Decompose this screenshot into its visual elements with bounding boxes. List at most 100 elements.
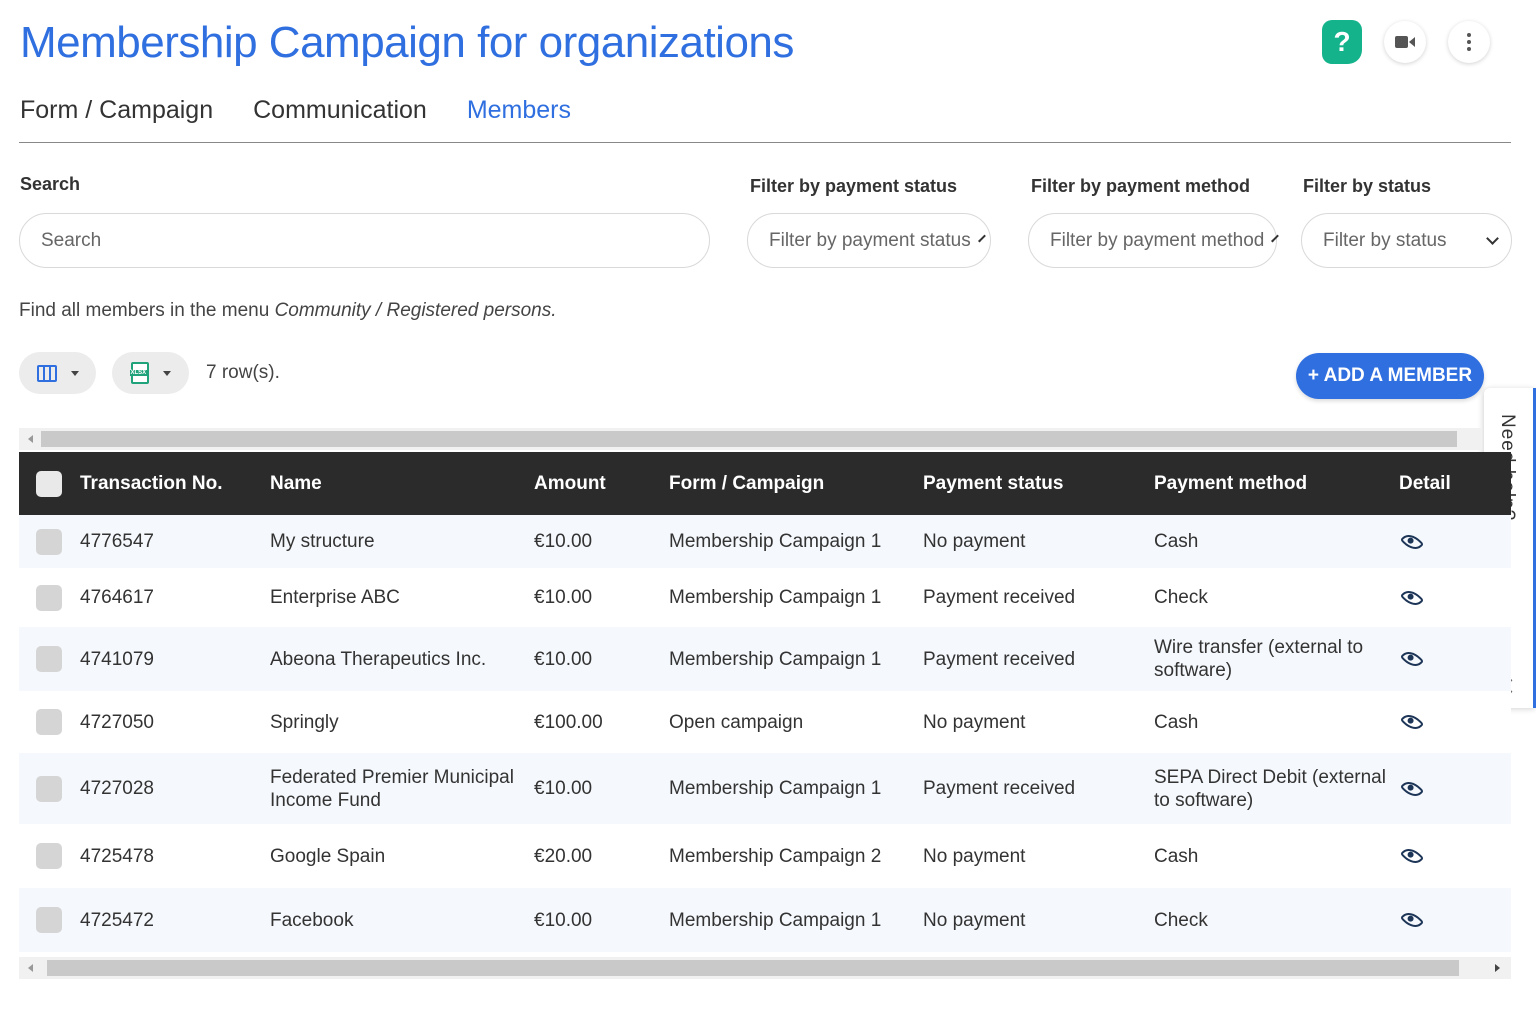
row-checkbox[interactable] [36,584,62,611]
payment-method: SEPA Direct Debit (external to software) [1154,766,1386,811]
search-label: Search [20,174,81,194]
transaction-number: 4725478 [80,845,154,867]
kebab-menu-icon [1467,33,1471,51]
member-name: Abeona Therapeutics Inc. [270,648,487,670]
search-input[interactable] [19,213,710,268]
info-prefix: Find all members in the menu [19,300,275,321]
video-camera-icon [1395,36,1415,48]
payment-method: Check [1154,587,1208,608]
payment-status-select[interactable]: Filter by payment status [747,213,991,268]
payment-status-select-value: Filter by payment status [769,229,971,251]
scrollbar-thumb[interactable] [41,431,1457,447]
select-all-cell [19,452,80,515]
table-row[interactable]: 4764617 Enterprise ABC €10.00 Membership… [19,568,1511,627]
page-title: Membership Campaign for organizations [20,18,794,67]
chevron-down-icon [1486,231,1499,245]
column-header-transaction[interactable]: Transaction No. [80,452,270,515]
scroll-left-arrow-icon[interactable] [28,435,33,443]
scrollbar-thumb[interactable] [47,960,1459,976]
amount: €10.00 [534,587,593,608]
transaction-number: 4764617 [80,587,154,608]
tab-communication[interactable]: Communication [253,96,427,125]
row-checkbox[interactable] [36,775,62,802]
campaign: Membership Campaign 1 [669,778,882,799]
eye-icon[interactable] [1399,776,1425,801]
table-header-row: Transaction No. Name Amount Form / Campa… [19,452,1511,515]
campaign: Membership Campaign 1 [669,648,882,670]
eye-icon[interactable] [1399,585,1425,610]
column-header-payment-status[interactable]: Payment status [923,452,1154,515]
more-options-button[interactable] [1448,21,1490,63]
top-actions: ? [1322,20,1490,64]
table-row[interactable]: 4727050 Springly €100.00 Open campaign N… [19,691,1511,753]
select-all-checkbox[interactable] [36,470,62,497]
amount: €100.00 [534,711,603,733]
tab-form-campaign[interactable]: Form / Campaign [20,96,213,125]
eye-icon[interactable] [1399,709,1425,735]
help-button[interactable]: ? [1322,20,1362,64]
transaction-number: 4727028 [80,778,154,799]
table-row[interactable]: 4741079 Abeona Therapeutics Inc. €10.00 … [19,627,1511,691]
payment-method: Cash [1154,531,1199,552]
column-header-name[interactable]: Name [270,452,534,515]
campaign: Membership Campaign 1 [669,587,882,608]
column-header-amount[interactable]: Amount [534,452,669,515]
table-row[interactable]: 4727028 Federated Premier Municipal Inco… [19,753,1511,824]
tab-bar: Form / Campaign Communication Members [20,96,571,125]
chevron-down-icon [1271,234,1280,242]
transaction-number: 4725472 [80,909,154,931]
payment-method: Cash [1154,845,1199,867]
campaign: Membership Campaign 1 [669,531,882,552]
tab-members[interactable]: Members [467,96,571,125]
info-menu-path: Community / Registered persons. [274,300,557,321]
members-info-text: Find all members in the menu Community /… [19,300,557,322]
column-header-payment-method[interactable]: Payment method [1154,452,1399,515]
row-checkbox[interactable] [36,843,62,869]
payment-status: No payment [923,711,1026,733]
eye-icon[interactable] [1399,907,1425,933]
payment-method-filter-label: Filter by payment method [1031,176,1251,196]
table-row[interactable]: 4725472 Facebook €10.00 Membership Campa… [19,888,1511,952]
row-checkbox[interactable] [36,528,62,555]
row-checkbox[interactable] [36,646,62,672]
video-button[interactable] [1384,21,1426,63]
table-row[interactable]: 4725478 Google Spain €20.00 Membership C… [19,824,1511,888]
member-name: Federated Premier Municipal Income Fund [270,766,514,811]
transaction-number: 4741079 [80,648,154,670]
status-select[interactable]: Filter by status [1301,213,1512,268]
payment-status: Payment received [923,778,1076,799]
member-name: Google Spain [270,845,386,867]
column-header-campaign[interactable]: Form / Campaign [669,452,923,515]
member-name: Springly [270,711,339,733]
amount: €10.00 [534,648,593,670]
table-scrollbar-top[interactable] [19,428,1481,450]
table-scrollbar-bottom[interactable] [19,957,1511,979]
table-row[interactable]: 4776547 My structure €10.00 Membership C… [19,515,1511,568]
row-checkbox[interactable] [36,709,62,735]
payment-method: Check [1154,909,1208,931]
payment-status: Payment received [923,648,1076,670]
add-member-button[interactable]: + ADD A MEMBER [1296,353,1484,399]
caret-down-icon [70,370,79,376]
payment-status: Payment received [923,587,1076,608]
scroll-right-arrow-icon[interactable] [1495,964,1500,972]
status-select-value: Filter by status [1323,229,1447,251]
eye-icon[interactable] [1399,843,1425,869]
columns-toggle-button[interactable] [19,352,96,394]
xlsx-file-icon [129,362,149,384]
row-count: 7 row(s). [206,362,280,383]
eye-icon[interactable] [1399,529,1425,554]
row-checkbox[interactable] [36,907,62,933]
payment-status: No payment [923,845,1026,867]
transaction-number: 4727050 [80,711,154,733]
amount: €10.00 [534,909,593,931]
export-xlsx-button[interactable] [112,352,189,394]
status-filter-label: Filter by status [1303,176,1432,196]
payment-status: No payment [923,909,1026,931]
scroll-left-arrow-icon[interactable] [28,964,33,972]
payment-method-select[interactable]: Filter by payment method [1028,213,1280,268]
amount: €10.00 [534,531,593,552]
amount: €10.00 [534,778,593,799]
chevron-down-icon [977,234,986,242]
eye-icon[interactable] [1399,646,1425,672]
